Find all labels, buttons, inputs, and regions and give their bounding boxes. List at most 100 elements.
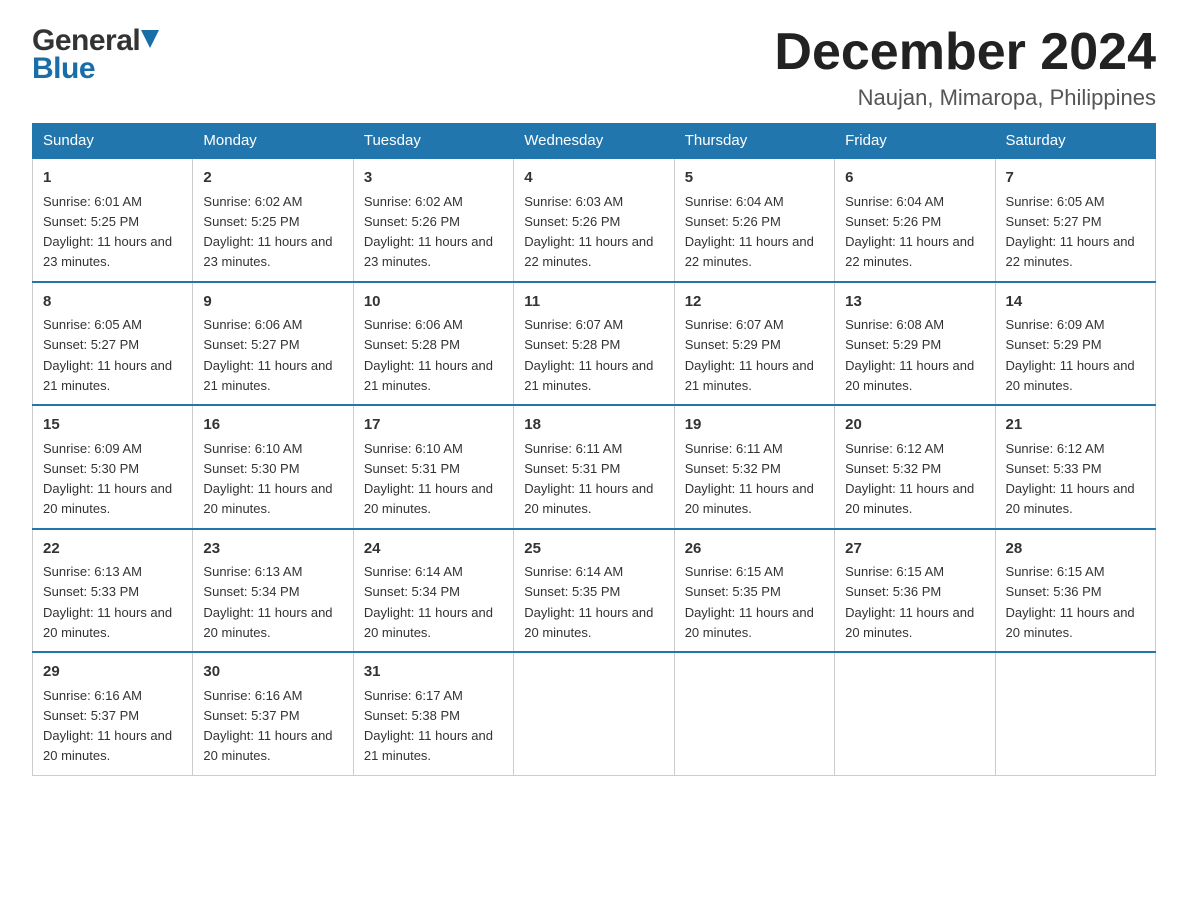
day-number: 19 (685, 414, 824, 437)
calendar-cell: 1 Sunrise: 6:01 AMSunset: 5:25 PMDaylight… (33, 158, 193, 282)
calendar-cell: 20 Sunrise: 6:12 AMSunset: 5:32 PMDayligh… (835, 405, 995, 529)
day-info: Sunrise: 6:06 AMSunset: 5:28 PMDaylight:… (364, 317, 493, 393)
page-header: General Blue December 2024 Naujan, Mimar… (32, 24, 1156, 111)
calendar-cell: 17 Sunrise: 6:10 AMSunset: 5:31 PMDayligh… (353, 405, 513, 529)
day-info: Sunrise: 6:09 AMSunset: 5:30 PMDaylight:… (43, 441, 172, 517)
day-info: Sunrise: 6:05 AMSunset: 5:27 PMDaylight:… (43, 317, 172, 393)
day-number: 8 (43, 291, 182, 314)
calendar-cell: 5Sunrise: 6:04 AMSunset: 5:26 PMDaylight… (674, 158, 834, 282)
day-number: 4 (524, 167, 663, 190)
calendar-week-row: 22 Sunrise: 6:13 AMSunset: 5:33 PMDayligh… (33, 529, 1156, 653)
day-number: 23 (203, 538, 342, 561)
day-info: Sunrise: 6:07 AMSunset: 5:28 PMDaylight:… (524, 317, 653, 393)
calendar-cell: 19Sunrise: 6:11 AMSunset: 5:32 PMDayligh… (674, 405, 834, 529)
day-number: 20 (845, 414, 984, 437)
calendar-cell (835, 652, 995, 775)
day-number: 15 (43, 414, 182, 437)
calendar-cell: 23Sunrise: 6:13 AMSunset: 5:34 PMDayligh… (193, 529, 353, 653)
calendar-cell (674, 652, 834, 775)
logo-blue-text: Blue (32, 52, 95, 86)
day-number: 22 (43, 538, 182, 561)
calendar-week-row: 15 Sunrise: 6:09 AMSunset: 5:30 PMDayligh… (33, 405, 1156, 529)
calendar-cell: 25 Sunrise: 6:14 AMSunset: 5:35 PMDayligh… (514, 529, 674, 653)
calendar-cell: 30 Sunrise: 6:16 AMSunset: 5:37 PMDayligh… (193, 652, 353, 775)
day-number: 29 (43, 661, 182, 684)
calendar-body: 1 Sunrise: 6:01 AMSunset: 5:25 PMDaylight… (33, 158, 1156, 775)
day-info: Sunrise: 6:02 AMSunset: 5:25 PMDaylight:… (203, 194, 332, 270)
day-info: Sunrise: 6:17 AMSunset: 5:38 PMDaylight:… (364, 688, 493, 764)
logo: General Blue (32, 24, 159, 86)
day-info: Sunrise: 6:06 AMSunset: 5:27 PMDaylight:… (203, 317, 332, 393)
day-number: 24 (364, 538, 503, 561)
day-number: 14 (1006, 291, 1145, 314)
calendar-header-tuesday: Tuesday (353, 124, 513, 159)
calendar-header-wednesday: Wednesday (514, 124, 674, 159)
day-number: 17 (364, 414, 503, 437)
day-info: Sunrise: 6:15 AMSunset: 5:36 PMDaylight:… (845, 564, 974, 640)
calendar-cell: 21 Sunrise: 6:12 AMSunset: 5:33 PMDayligh… (995, 405, 1155, 529)
calendar-cell: 26Sunrise: 6:15 AMSunset: 5:35 PMDayligh… (674, 529, 834, 653)
calendar-cell: 24 Sunrise: 6:14 AMSunset: 5:34 PMDayligh… (353, 529, 513, 653)
day-number: 3 (364, 167, 503, 190)
calendar-cell: 9 Sunrise: 6:06 AMSunset: 5:27 PMDaylight… (193, 282, 353, 406)
calendar-cell: 2 Sunrise: 6:02 AMSunset: 5:25 PMDaylight… (193, 158, 353, 282)
day-info: Sunrise: 6:10 AMSunset: 5:31 PMDaylight:… (364, 441, 493, 517)
day-number: 26 (685, 538, 824, 561)
calendar-cell (514, 652, 674, 775)
day-number: 7 (1006, 167, 1145, 190)
day-info: Sunrise: 6:04 AMSunset: 5:26 PMDaylight:… (845, 194, 974, 270)
day-number: 25 (524, 538, 663, 561)
day-info: Sunrise: 6:08 AMSunset: 5:29 PMDaylight:… (845, 317, 974, 393)
day-number: 28 (1006, 538, 1145, 561)
calendar-cell: 28Sunrise: 6:15 AMSunset: 5:36 PMDayligh… (995, 529, 1155, 653)
day-number: 9 (203, 291, 342, 314)
calendar-cell: 22 Sunrise: 6:13 AMSunset: 5:33 PMDayligh… (33, 529, 193, 653)
calendar-week-row: 8 Sunrise: 6:05 AMSunset: 5:27 PMDaylight… (33, 282, 1156, 406)
day-number: 5 (685, 167, 824, 190)
day-number: 12 (685, 291, 824, 314)
calendar-header-sunday: Sunday (33, 124, 193, 159)
day-number: 21 (1006, 414, 1145, 437)
day-number: 1 (43, 167, 182, 190)
day-info: Sunrise: 6:12 AMSunset: 5:32 PMDaylight:… (845, 441, 974, 517)
day-number: 31 (364, 661, 503, 684)
calendar-cell: 15 Sunrise: 6:09 AMSunset: 5:30 PMDayligh… (33, 405, 193, 529)
calendar-cell: 3Sunrise: 6:02 AMSunset: 5:26 PMDaylight… (353, 158, 513, 282)
day-number: 30 (203, 661, 342, 684)
day-info: Sunrise: 6:01 AMSunset: 5:25 PMDaylight:… (43, 194, 172, 270)
calendar-cell: 16Sunrise: 6:10 AMSunset: 5:30 PMDayligh… (193, 405, 353, 529)
month-title: December 2024 (774, 24, 1156, 81)
day-info: Sunrise: 6:14 AMSunset: 5:34 PMDaylight:… (364, 564, 493, 640)
calendar-cell: 8 Sunrise: 6:05 AMSunset: 5:27 PMDaylight… (33, 282, 193, 406)
calendar-week-row: 29 Sunrise: 6:16 AMSunset: 5:37 PMDayligh… (33, 652, 1156, 775)
day-number: 16 (203, 414, 342, 437)
day-info: Sunrise: 6:03 AMSunset: 5:26 PMDaylight:… (524, 194, 653, 270)
calendar-header-thursday: Thursday (674, 124, 834, 159)
calendar-cell: 29Sunrise: 6:16 AMSunset: 5:37 PMDayligh… (33, 652, 193, 775)
calendar-cell: 6 Sunrise: 6:04 AMSunset: 5:26 PMDaylight… (835, 158, 995, 282)
calendar-header-friday: Friday (835, 124, 995, 159)
day-number: 2 (203, 167, 342, 190)
day-info: Sunrise: 6:14 AMSunset: 5:35 PMDaylight:… (524, 564, 653, 640)
calendar-cell: 12 Sunrise: 6:07 AMSunset: 5:29 PMDayligh… (674, 282, 834, 406)
calendar-header-monday: Monday (193, 124, 353, 159)
day-info: Sunrise: 6:13 AMSunset: 5:33 PMDaylight:… (43, 564, 172, 640)
calendar-cell: 11 Sunrise: 6:07 AMSunset: 5:28 PMDayligh… (514, 282, 674, 406)
day-info: Sunrise: 6:16 AMSunset: 5:37 PMDaylight:… (203, 688, 332, 764)
day-number: 27 (845, 538, 984, 561)
day-info: Sunrise: 6:12 AMSunset: 5:33 PMDaylight:… (1006, 441, 1135, 517)
calendar-table: SundayMondayTuesdayWednesdayThursdayFrid… (32, 123, 1156, 776)
day-number: 6 (845, 167, 984, 190)
calendar-cell: 10Sunrise: 6:06 AMSunset: 5:28 PMDayligh… (353, 282, 513, 406)
day-number: 13 (845, 291, 984, 314)
day-info: Sunrise: 6:07 AMSunset: 5:29 PMDaylight:… (685, 317, 814, 393)
calendar-cell: 18 Sunrise: 6:11 AMSunset: 5:31 PMDayligh… (514, 405, 674, 529)
calendar-cell (995, 652, 1155, 775)
day-info: Sunrise: 6:05 AMSunset: 5:27 PMDaylight:… (1006, 194, 1135, 270)
calendar-cell: 13 Sunrise: 6:08 AMSunset: 5:29 PMDayligh… (835, 282, 995, 406)
day-number: 11 (524, 291, 663, 314)
day-info: Sunrise: 6:09 AMSunset: 5:29 PMDaylight:… (1006, 317, 1135, 393)
calendar-cell: 4 Sunrise: 6:03 AMSunset: 5:26 PMDaylight… (514, 158, 674, 282)
day-number: 18 (524, 414, 663, 437)
day-info: Sunrise: 6:11 AMSunset: 5:31 PMDaylight:… (524, 441, 653, 517)
